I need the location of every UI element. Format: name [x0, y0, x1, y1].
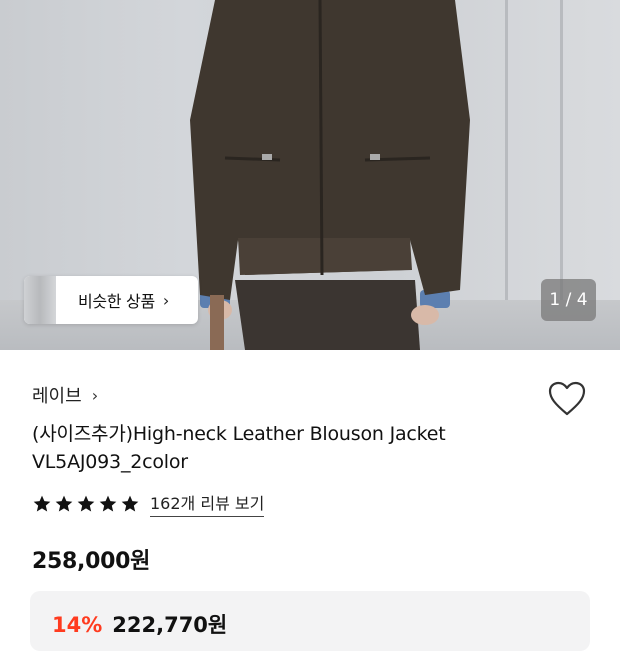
similar-products-button[interactable]: 비슷한 상품 › — [24, 276, 198, 324]
image-counter: 1 / 4 — [541, 279, 596, 321]
rating-row: 162개 리뷰 보기 — [32, 490, 265, 517]
product-price: 258,000원 — [32, 549, 151, 574]
similar-thumbnail — [24, 276, 56, 324]
product-title: (사이즈추가)High-neck Leather Blouson Jacket … — [32, 420, 532, 476]
star-rating — [32, 494, 140, 514]
product-image[interactable]: 비슷한 상품 › 1 / 4 — [0, 0, 620, 350]
heart-icon[interactable] — [547, 380, 587, 418]
star-icon — [77, 495, 95, 511]
coupon-price-box[interactable]: 14% 222,770원 — [30, 591, 590, 651]
star-icon — [55, 495, 73, 511]
star-icon — [33, 495, 51, 511]
similar-label: 비슷한 상품 — [78, 292, 155, 311]
star-icon — [121, 495, 139, 511]
review-link[interactable]: 162개 리뷰 보기 — [150, 490, 265, 517]
star-icon — [99, 495, 117, 511]
brand-link[interactable]: 레이브 › — [32, 382, 98, 408]
sale-price: 222,770원 — [112, 613, 228, 637]
chevron-right-icon: › — [91, 385, 99, 405]
product-title-line2: VL5AJ093_2color — [32, 451, 188, 473]
discount-rate: 14% — [52, 613, 103, 637]
chevron-right-icon: › — [162, 290, 170, 310]
brand-name: 레이브 — [32, 386, 82, 407]
coupon-row: 14% 222,770원 — [52, 609, 227, 639]
product-title-line1: (사이즈추가)High-neck Leather Blouson Jacket — [32, 423, 446, 445]
